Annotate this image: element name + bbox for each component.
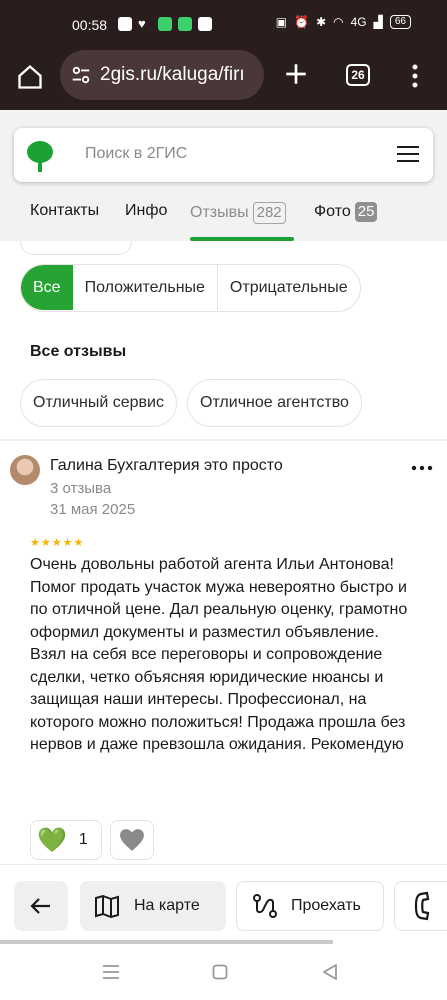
menu-icon[interactable]: [397, 145, 419, 163]
system-navigation-bar: [0, 946, 447, 1000]
filter-all[interactable]: Все: [21, 265, 73, 310]
review-date: 31 мая 2025: [50, 501, 136, 518]
divider: [0, 439, 447, 441]
home-button-icon[interactable]: [212, 964, 228, 980]
home-icon[interactable]: [16, 63, 44, 91]
review-text: Очень довольны работой агента Ильи Антон…: [30, 556, 408, 753]
alarm-icon: ⏰: [294, 15, 310, 29]
new-tab-icon[interactable]: [283, 61, 309, 87]
battery-icon: 66: [389, 15, 411, 29]
photos-count-badge: 25: [354, 202, 378, 222]
system-icons: ▣ ⏰ ✱ ◠ 4G ▟ 66: [276, 15, 411, 29]
overflow-notification-icon: [198, 17, 212, 31]
network-type: 4G: [350, 15, 367, 29]
on-map-label: На карте: [134, 897, 200, 914]
map-icon: [95, 894, 119, 918]
search-input[interactable]: Поиск в 2ГИС: [85, 145, 187, 163]
horizontal-scroll-indicator: [0, 940, 333, 944]
like-button[interactable]: 💚 1: [30, 820, 102, 860]
address-bar[interactable]: 2gis.ru/kaluga/firı: [60, 50, 264, 100]
wifi-icon: ◠: [333, 15, 344, 29]
tab-label: Отзывы: [190, 204, 249, 221]
on-map-button[interactable]: На карте: [80, 881, 226, 931]
heart-button[interactable]: [110, 820, 154, 860]
tab-photos[interactable]: Фото 25: [314, 202, 378, 222]
notification-icons: ♥: [118, 17, 212, 31]
section-title: Все отзывы: [30, 343, 127, 360]
green-heart-icon: 💚: [37, 826, 67, 854]
call-button[interactable]: [394, 881, 447, 931]
filter-negative[interactable]: Отрицательные: [216, 265, 360, 310]
app-notification-icon: [158, 17, 172, 31]
like-count: 1: [78, 831, 88, 848]
tab-reviews[interactable]: Отзывы 282: [190, 202, 286, 224]
review-filter: Все Положительные Отрицательные: [20, 264, 361, 312]
search-bar[interactable]: Поиск в 2ГИС: [14, 128, 433, 182]
route-icon: [253, 894, 277, 918]
tab-label: Контакты: [30, 202, 100, 219]
notification-icon: [118, 17, 132, 31]
nfc-icon: ▣: [275, 15, 288, 29]
tab-switcher-button[interactable]: 26: [346, 64, 370, 86]
browser-toolbar: 2gis.ru/kaluga/firı 26: [0, 50, 447, 110]
reviews-content: Все Положительные Отрицательные Все отзы…: [0, 241, 447, 864]
recent-apps-icon[interactable]: [102, 964, 120, 980]
tab-label: Инфо: [125, 202, 168, 219]
tab-info[interactable]: Инфо: [125, 202, 167, 220]
status-bar: 00:58 ♥ ▣ ⏰ ✱ ◠ 4G ▟ 66: [0, 0, 447, 50]
partially-hidden-chip[interactable]: [20, 241, 132, 255]
heart-notification-icon: ♥: [138, 16, 146, 31]
phone-icon: [414, 891, 430, 921]
reviews-count-badge: 282: [252, 202, 286, 224]
status-time: 00:58: [72, 17, 108, 33]
tag-chip-agency[interactable]: Отличное агентство: [187, 379, 362, 427]
back-button[interactable]: [14, 881, 68, 931]
review-author[interactable]: Галина Бухгалтерия это просто: [50, 457, 283, 475]
avatar[interactable]: [10, 455, 40, 485]
url-text: 2gis.ru/kaluga/firı: [100, 64, 245, 85]
site-settings-icon[interactable]: [70, 64, 92, 86]
browser-menu-icon[interactable]: [410, 63, 420, 89]
section-tabs: Контакты Инфо Отзывы 282 Фото 25: [0, 188, 447, 240]
route-label: Проехать: [291, 897, 361, 914]
arrow-left-icon: [30, 898, 50, 914]
back-nav-icon[interactable]: [322, 963, 338, 981]
bottom-action-bar: На карте Проехать: [0, 864, 447, 936]
tab-contacts[interactable]: Контакты: [30, 202, 99, 220]
author-reviews-count: 3 отзыва: [50, 480, 112, 497]
2gis-logo-icon[interactable]: [26, 140, 54, 174]
bluetooth-icon: ✱: [316, 15, 327, 29]
tab-label: Фото: [314, 203, 351, 220]
route-button[interactable]: Проехать: [236, 881, 384, 931]
heart-icon: [120, 829, 144, 851]
more-options-icon[interactable]: [411, 465, 433, 471]
rating-stars: ★★★★★: [30, 537, 85, 549]
filter-positive[interactable]: Положительные: [73, 265, 217, 310]
message-notification-icon: [178, 17, 192, 31]
signal-icon: ▟: [373, 15, 383, 29]
tag-chip-service[interactable]: Отличный сервис: [20, 379, 177, 427]
